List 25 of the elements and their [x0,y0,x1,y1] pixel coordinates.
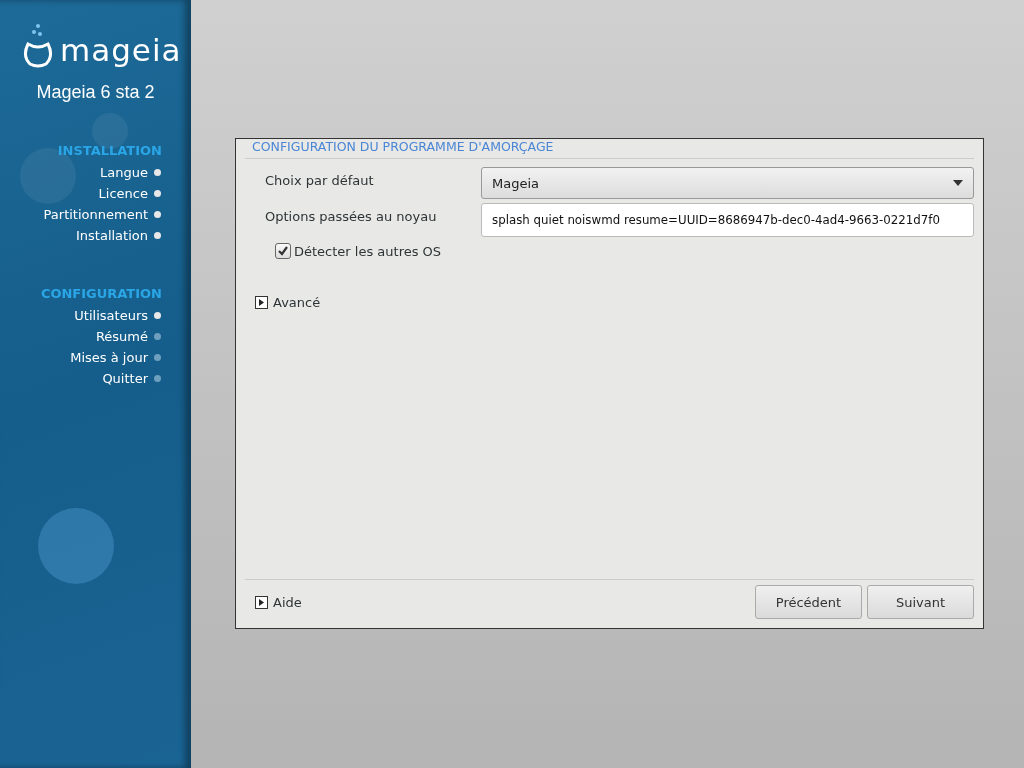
version-title: Mageia 6 sta 2 [35,82,156,103]
expander-label[interactable]: Avancé [273,295,321,310]
checkbox-label: Détecter les autres OS [294,243,442,259]
previous-button[interactable]: Précédent [755,585,862,619]
next-button[interactable]: Suivant [867,585,974,619]
cauldron-icon [22,22,54,70]
step-label: Partitionnement [43,207,148,222]
step-label: Licence [98,186,148,201]
logo-wordmark: mageia [60,35,182,70]
section-heading: CONFIGURATION [39,286,163,301]
field-label: Choix par défaut [265,172,375,188]
field-label: Options passées au noyau [265,208,438,224]
step-label: Utilisateurs [74,308,148,323]
dropdown-arrow-icon [953,180,963,186]
section-heading: INSTALLATION [56,143,163,158]
default-choice-dropdown[interactable]: Mageia [481,167,974,199]
step-label: Installation [76,228,148,243]
expander-label[interactable]: Aide [273,594,302,610]
step-label: Langue [100,165,148,180]
step-label: Mises à jour [70,350,148,365]
step-label: Résumé [95,329,148,344]
dialog-title: CONFIGURATION DU PROGRAMME D'AMORÇAGE [245,139,974,159]
checkbox[interactable] [275,243,291,259]
kernel-options-field[interactable]: splash quiet noiswmd resume=UUID=8686947b-dec0-4ad4-9663-0221d7f0 [481,203,974,237]
step-label: Quitter [102,371,148,386]
